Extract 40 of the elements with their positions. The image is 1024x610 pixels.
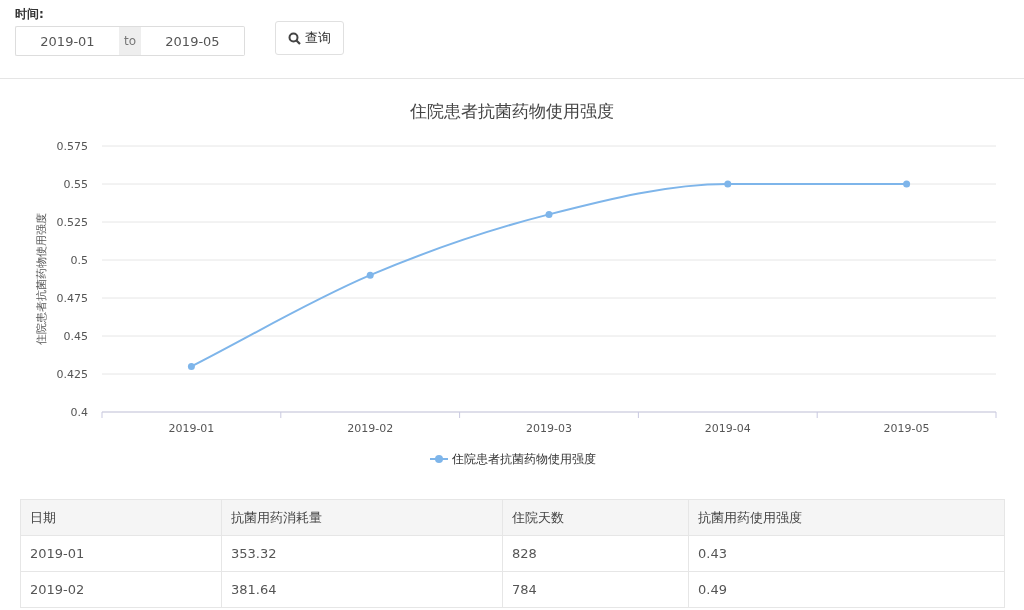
table-cell: 828 bbox=[502, 535, 689, 572]
x-tick-label: 2019-05 bbox=[883, 422, 930, 435]
data-point bbox=[724, 180, 732, 188]
range-separator: to bbox=[119, 26, 141, 56]
y-tick-label: 0.4 bbox=[70, 406, 88, 419]
legend-marker bbox=[429, 455, 449, 463]
table-cell: 0.49 bbox=[688, 571, 1005, 608]
column-header: 抗菌用药使用强度 bbox=[688, 499, 1005, 536]
y-tick-label: 0.475 bbox=[56, 292, 88, 305]
y-tick-label: 0.525 bbox=[56, 216, 88, 229]
table-cell: 353.32 bbox=[221, 535, 503, 572]
start-date-field[interactable]: 2019-01 bbox=[15, 26, 119, 56]
x-tick-label: 2019-03 bbox=[526, 422, 572, 435]
table-cell: 381.64 bbox=[221, 571, 503, 608]
y-tick-label: 0.5 bbox=[70, 254, 88, 267]
x-tick-label: 2019-02 bbox=[347, 422, 394, 435]
column-header: 日期 bbox=[20, 499, 222, 536]
table-cell: 784 bbox=[502, 571, 689, 608]
table-cell: 0.43 bbox=[688, 535, 1005, 572]
search-icon bbox=[288, 31, 301, 45]
chart-title: 住院患者抗菌药物使用强度 bbox=[410, 101, 614, 121]
legend-label: 住院患者抗菌药物使用强度 bbox=[452, 452, 596, 466]
y-tick-label: 0.575 bbox=[56, 140, 88, 153]
column-header: 住院天数 bbox=[502, 499, 689, 536]
data-point bbox=[187, 362, 195, 370]
y-tick-label: 0.45 bbox=[63, 330, 88, 343]
data-point bbox=[545, 210, 553, 218]
time-label: 时间: bbox=[15, 6, 45, 23]
table-cell: 2019-01 bbox=[20, 535, 222, 572]
end-date-field[interactable]: 2019-05 bbox=[141, 26, 245, 56]
data-point bbox=[366, 271, 374, 279]
y-tick-label: 0.55 bbox=[63, 178, 88, 191]
x-tick-label: 2019-04 bbox=[704, 422, 751, 435]
y-axis-title: 住院患者抗菌药物使用强度 bbox=[35, 213, 48, 345]
data-point bbox=[903, 180, 911, 188]
query-button[interactable]: 查询 bbox=[275, 21, 344, 55]
table-cell: 2019-02 bbox=[20, 571, 222, 608]
y-tick-label: 0.425 bbox=[56, 368, 88, 381]
x-tick-label: 2019-01 bbox=[168, 422, 215, 435]
column-header: 抗菌用药消耗量 bbox=[221, 499, 503, 536]
